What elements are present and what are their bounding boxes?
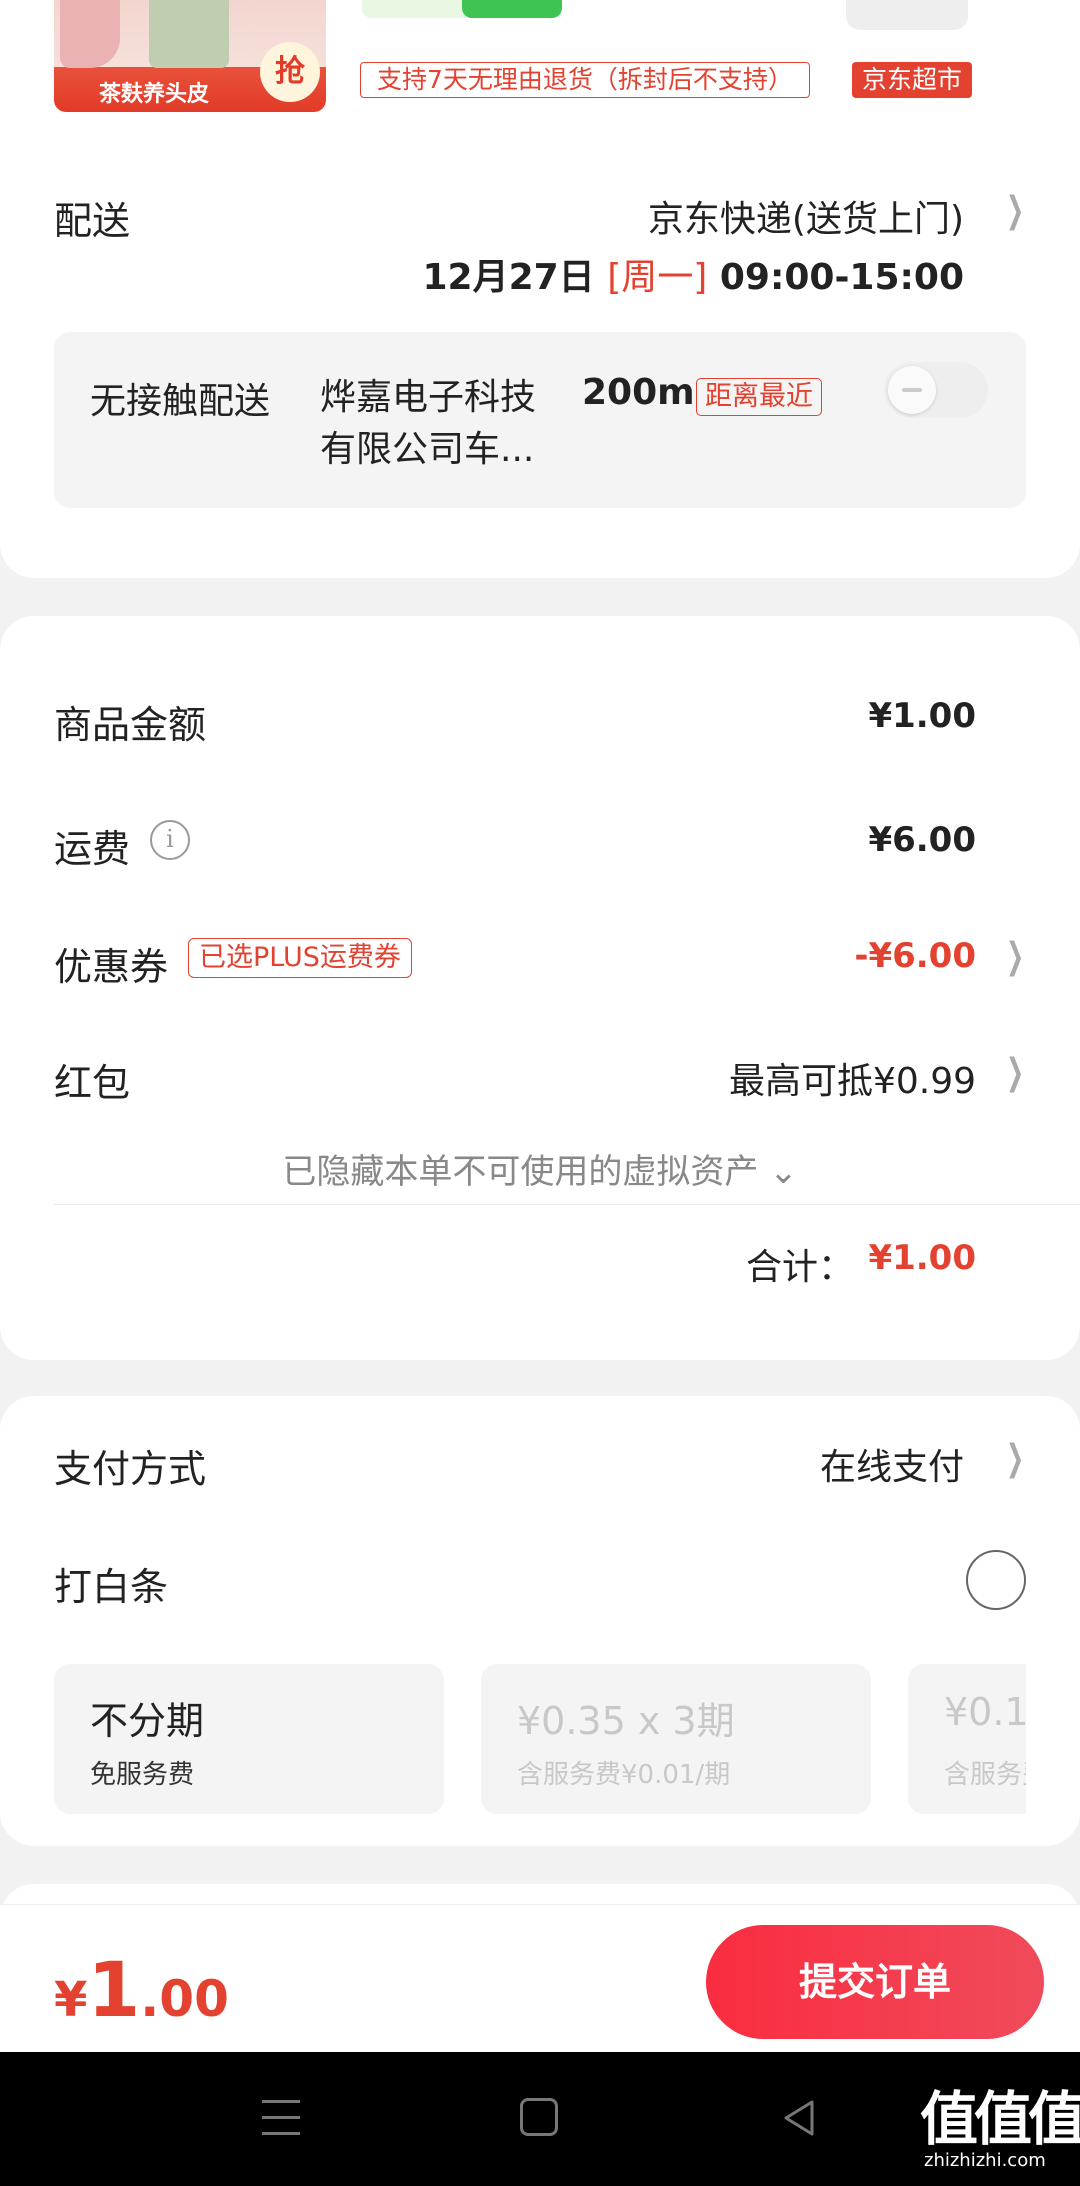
pickup-distance: 200m [582,372,695,413]
delivery-time[interactable]: 12月27日 [周一] 09:00-15:00 [422,248,964,300]
price-symbol: ¥ [54,1972,88,2028]
nearest-tag: 距离最近 [696,378,822,416]
installment-sub: 含服务费 [944,1760,1026,1790]
freight-label: 运费 [54,827,131,871]
contactless-delivery-box: 无接触配送 烨嘉电子科技有限公司车... 200m 距离最近 [54,332,1026,508]
home-icon[interactable] [520,2098,558,2136]
delivery-label: 配送 [54,199,131,243]
product-price-strip [362,0,562,18]
chevron-right-icon[interactable]: ❯ [1006,190,1024,231]
product-image[interactable]: 茶麸养头皮 抢 [54,0,326,112]
hongbao-value[interactable]: 最高可抵¥0.99 [729,1052,976,1104]
delivery-weekday: [周一] [607,257,708,298]
delivery-window: 09:00-15:00 [719,257,964,298]
delivery-date: 12月27日 [422,257,595,298]
checkout-bar: ¥1.00 提交订单 [0,1904,1080,2052]
divider [54,1204,1080,1205]
delivery-card: 茶麸养头皮 抢 支持7天无理由退货（拆封后不支持） 京东超市 配送 京东快递(送… [0,0,1080,578]
total-value: ¥1.00 [868,1238,976,1278]
chevron-right-icon[interactable]: ❯ [1006,936,1024,977]
payment-card: 支付方式 在线支付 ❯ 打白条 不分期 免服务费 ¥0.35 x 3期 含服务费… [0,1396,1080,1846]
delivery-method[interactable]: 京东快递(送货上门) [648,190,964,242]
product-person-image [60,0,120,68]
plus-coupon-tag: 已选PLUS运费券 [188,938,412,978]
total-label: 合计： [745,1247,854,1288]
hongbao-label: 红包 [54,1061,131,1105]
watermark-logo: 值值值 [920,2085,1080,2153]
watermark-url: zhizhizhi.com [924,2150,1046,2171]
contactless-toggle[interactable] [884,362,988,418]
final-price: ¥1.00 [54,1945,229,2034]
installment-plans: 不分期 免服务费 ¥0.35 x 3期 含服务费¥0.01/期 ¥0.1 含服务… [54,1396,1026,1846]
coupon-label: 优惠券 [54,945,169,989]
menu-icon[interactable] [262,2100,300,2136]
freight-value: ¥6.00 [868,820,976,860]
installment-sub: 含服务费¥0.01/期 [517,1760,731,1790]
price-integer: 1 [87,1945,141,2034]
quantity-stepper[interactable] [846,0,968,30]
price-decimal: .00 [140,1970,229,2028]
toggle-knob-icon [888,366,936,414]
installment-option[interactable]: 不分期 免服务费 [54,1664,444,1814]
system-nav-bar: 值值值 zhizhizhi.com [0,2052,1080,2186]
submit-order-button[interactable]: 提交订单 [706,1925,1044,2039]
installment-title: ¥0.35 x 3期 [517,1699,735,1743]
installment-title: 不分期 [90,1699,205,1743]
amount-card: 商品金额 ¥1.00 运费 i ¥6.00 优惠券 已选PLUS运费券 -¥6.… [0,616,1080,1360]
grab-badge: 抢 [260,42,320,102]
coupon-value[interactable]: -¥6.00 [854,936,976,976]
contactless-title: 无接触配送 [90,381,271,422]
info-icon[interactable]: i [150,820,190,860]
product-bottle-image [149,0,229,68]
product-image-caption: 茶麸养头皮 [98,82,209,107]
return-policy-tag: 支持7天无理由退货（拆封后不支持） [360,62,810,98]
installment-sub: 免服务费 [90,1760,195,1790]
goods-amount-value: ¥1.00 [868,696,976,736]
pickup-place: 烨嘉电子科技有限公司车... [320,377,537,470]
store-badge: 京东超市 [852,62,973,98]
goods-amount-label: 商品金额 [54,703,207,747]
chevron-right-icon[interactable]: ❯ [1006,1052,1024,1093]
hidden-assets-toggle[interactable]: 已隐藏本单不可使用的虚拟资产 ⌄ [0,1144,1080,1193]
installment-title: ¥0.1 [944,1690,1026,1734]
installment-option[interactable]: ¥0.1 含服务费 [908,1664,1026,1814]
installment-option[interactable]: ¥0.35 x 3期 含服务费¥0.01/期 [481,1664,871,1814]
